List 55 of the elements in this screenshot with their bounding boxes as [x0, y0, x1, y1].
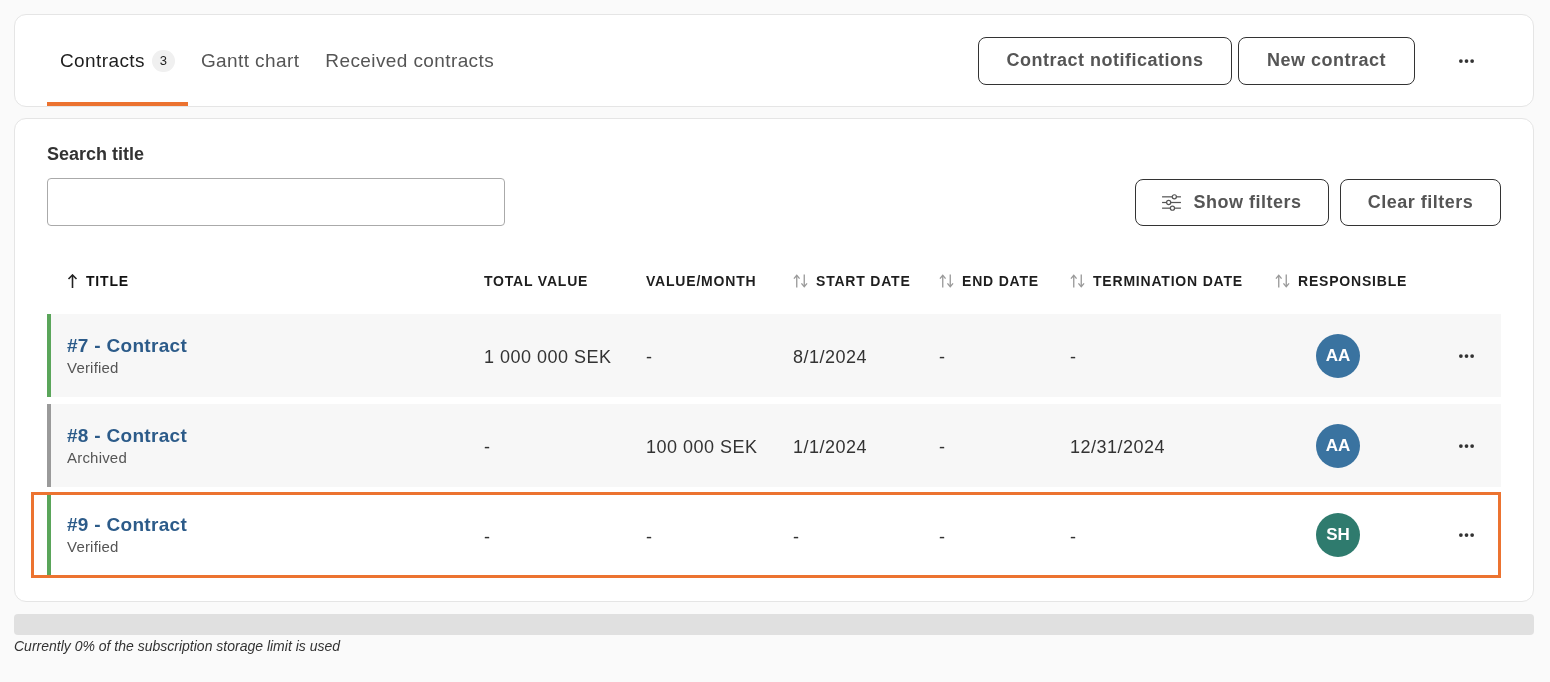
table-cell-text: 100 000 SEK: [646, 436, 758, 458]
filter-button[interactable]: Clear filters: [1340, 179, 1501, 226]
search-field[interactable]: [47, 178, 505, 226]
table-cell-text: -: [793, 525, 800, 548]
table-cell-text: -: [1070, 346, 1077, 368]
more-icon[interactable]: [1459, 443, 1474, 448]
more-icon[interactable]: [1459, 533, 1474, 537]
avatar: SH: [1316, 513, 1360, 557]
table-row[interactable]: #7 - Contract Verified 1 000 000 SEK - 8/1/2024 - - AA: [47, 314, 1501, 397]
tab[interactable]: Gantt chart: [187, 15, 313, 106]
column-header[interactable]: TITLE: [67, 273, 129, 289]
contract-link[interactable]: #9 - Contract: [67, 513, 188, 537]
up-down-arrows-icon: [1275, 274, 1290, 288]
avatar: AA: [1316, 333, 1360, 378]
more-icon[interactable]: [1459, 353, 1474, 358]
more-icon[interactable]: [1459, 58, 1474, 63]
status-label: Archived: [67, 447, 127, 468]
up-down-arrows-icon: [1070, 274, 1085, 288]
action-button[interactable]: New contract: [1238, 36, 1415, 85]
count-badge: 3: [151, 49, 175, 72]
column-header: TOTAL VALUE: [484, 273, 589, 289]
contract-link[interactable]: #7 - Contract: [67, 333, 188, 358]
arrow-up-icon: [67, 274, 78, 288]
table-row[interactable]: #9 - Contract Verified - - - - - SH: [31, 492, 1501, 578]
table-cell-text: -: [484, 525, 491, 548]
column-header[interactable]: TERMINATION DATE: [1070, 273, 1243, 289]
table-cell-text: -: [939, 525, 946, 548]
table-cell-text: -: [939, 346, 946, 368]
table-cell-text: -: [484, 436, 491, 458]
avatar: AA: [1316, 423, 1360, 468]
up-down-arrows-icon: [793, 274, 808, 288]
storage-caption: Currently 0% of the subscription storage limit is used: [14, 637, 342, 656]
sliders-icon: [1162, 194, 1182, 211]
up-down-arrows-icon: [939, 274, 954, 288]
table-cell-text: -: [1070, 525, 1077, 548]
tab[interactable]: Contracts 3: [47, 15, 188, 106]
table-row[interactable]: #8 - Contract Archived - 100 000 SEK 1/1/2024 - 12/31/2024 AA: [47, 404, 1501, 487]
column-header: VALUE/MONTH: [646, 273, 757, 289]
tab[interactable]: Received contracts: [312, 15, 508, 106]
status-label: Verified: [67, 357, 119, 378]
status-label: Verified: [67, 537, 119, 557]
table-cell-text: -: [939, 436, 946, 458]
column-header[interactable]: END DATE: [939, 273, 1039, 289]
field-label: Search title: [47, 143, 145, 165]
table-cell-text: 8/1/2024: [793, 346, 868, 368]
table-cell-text: 12/31/2024: [1070, 436, 1166, 458]
column-header[interactable]: START DATE: [793, 273, 911, 289]
column-header[interactable]: RESPONSIBLE: [1275, 273, 1408, 289]
table-cell-text: 1 000 000 SEK: [484, 346, 612, 368]
filter-button[interactable]: Show filters: [1135, 179, 1329, 226]
table-cell-text: 1/1/2024: [793, 436, 868, 458]
contract-link[interactable]: #8 - Contract: [67, 423, 188, 448]
table-cell-text: -: [646, 346, 653, 368]
table-cell-text: -: [646, 525, 653, 548]
action-button[interactable]: Contract notifications: [978, 36, 1232, 85]
